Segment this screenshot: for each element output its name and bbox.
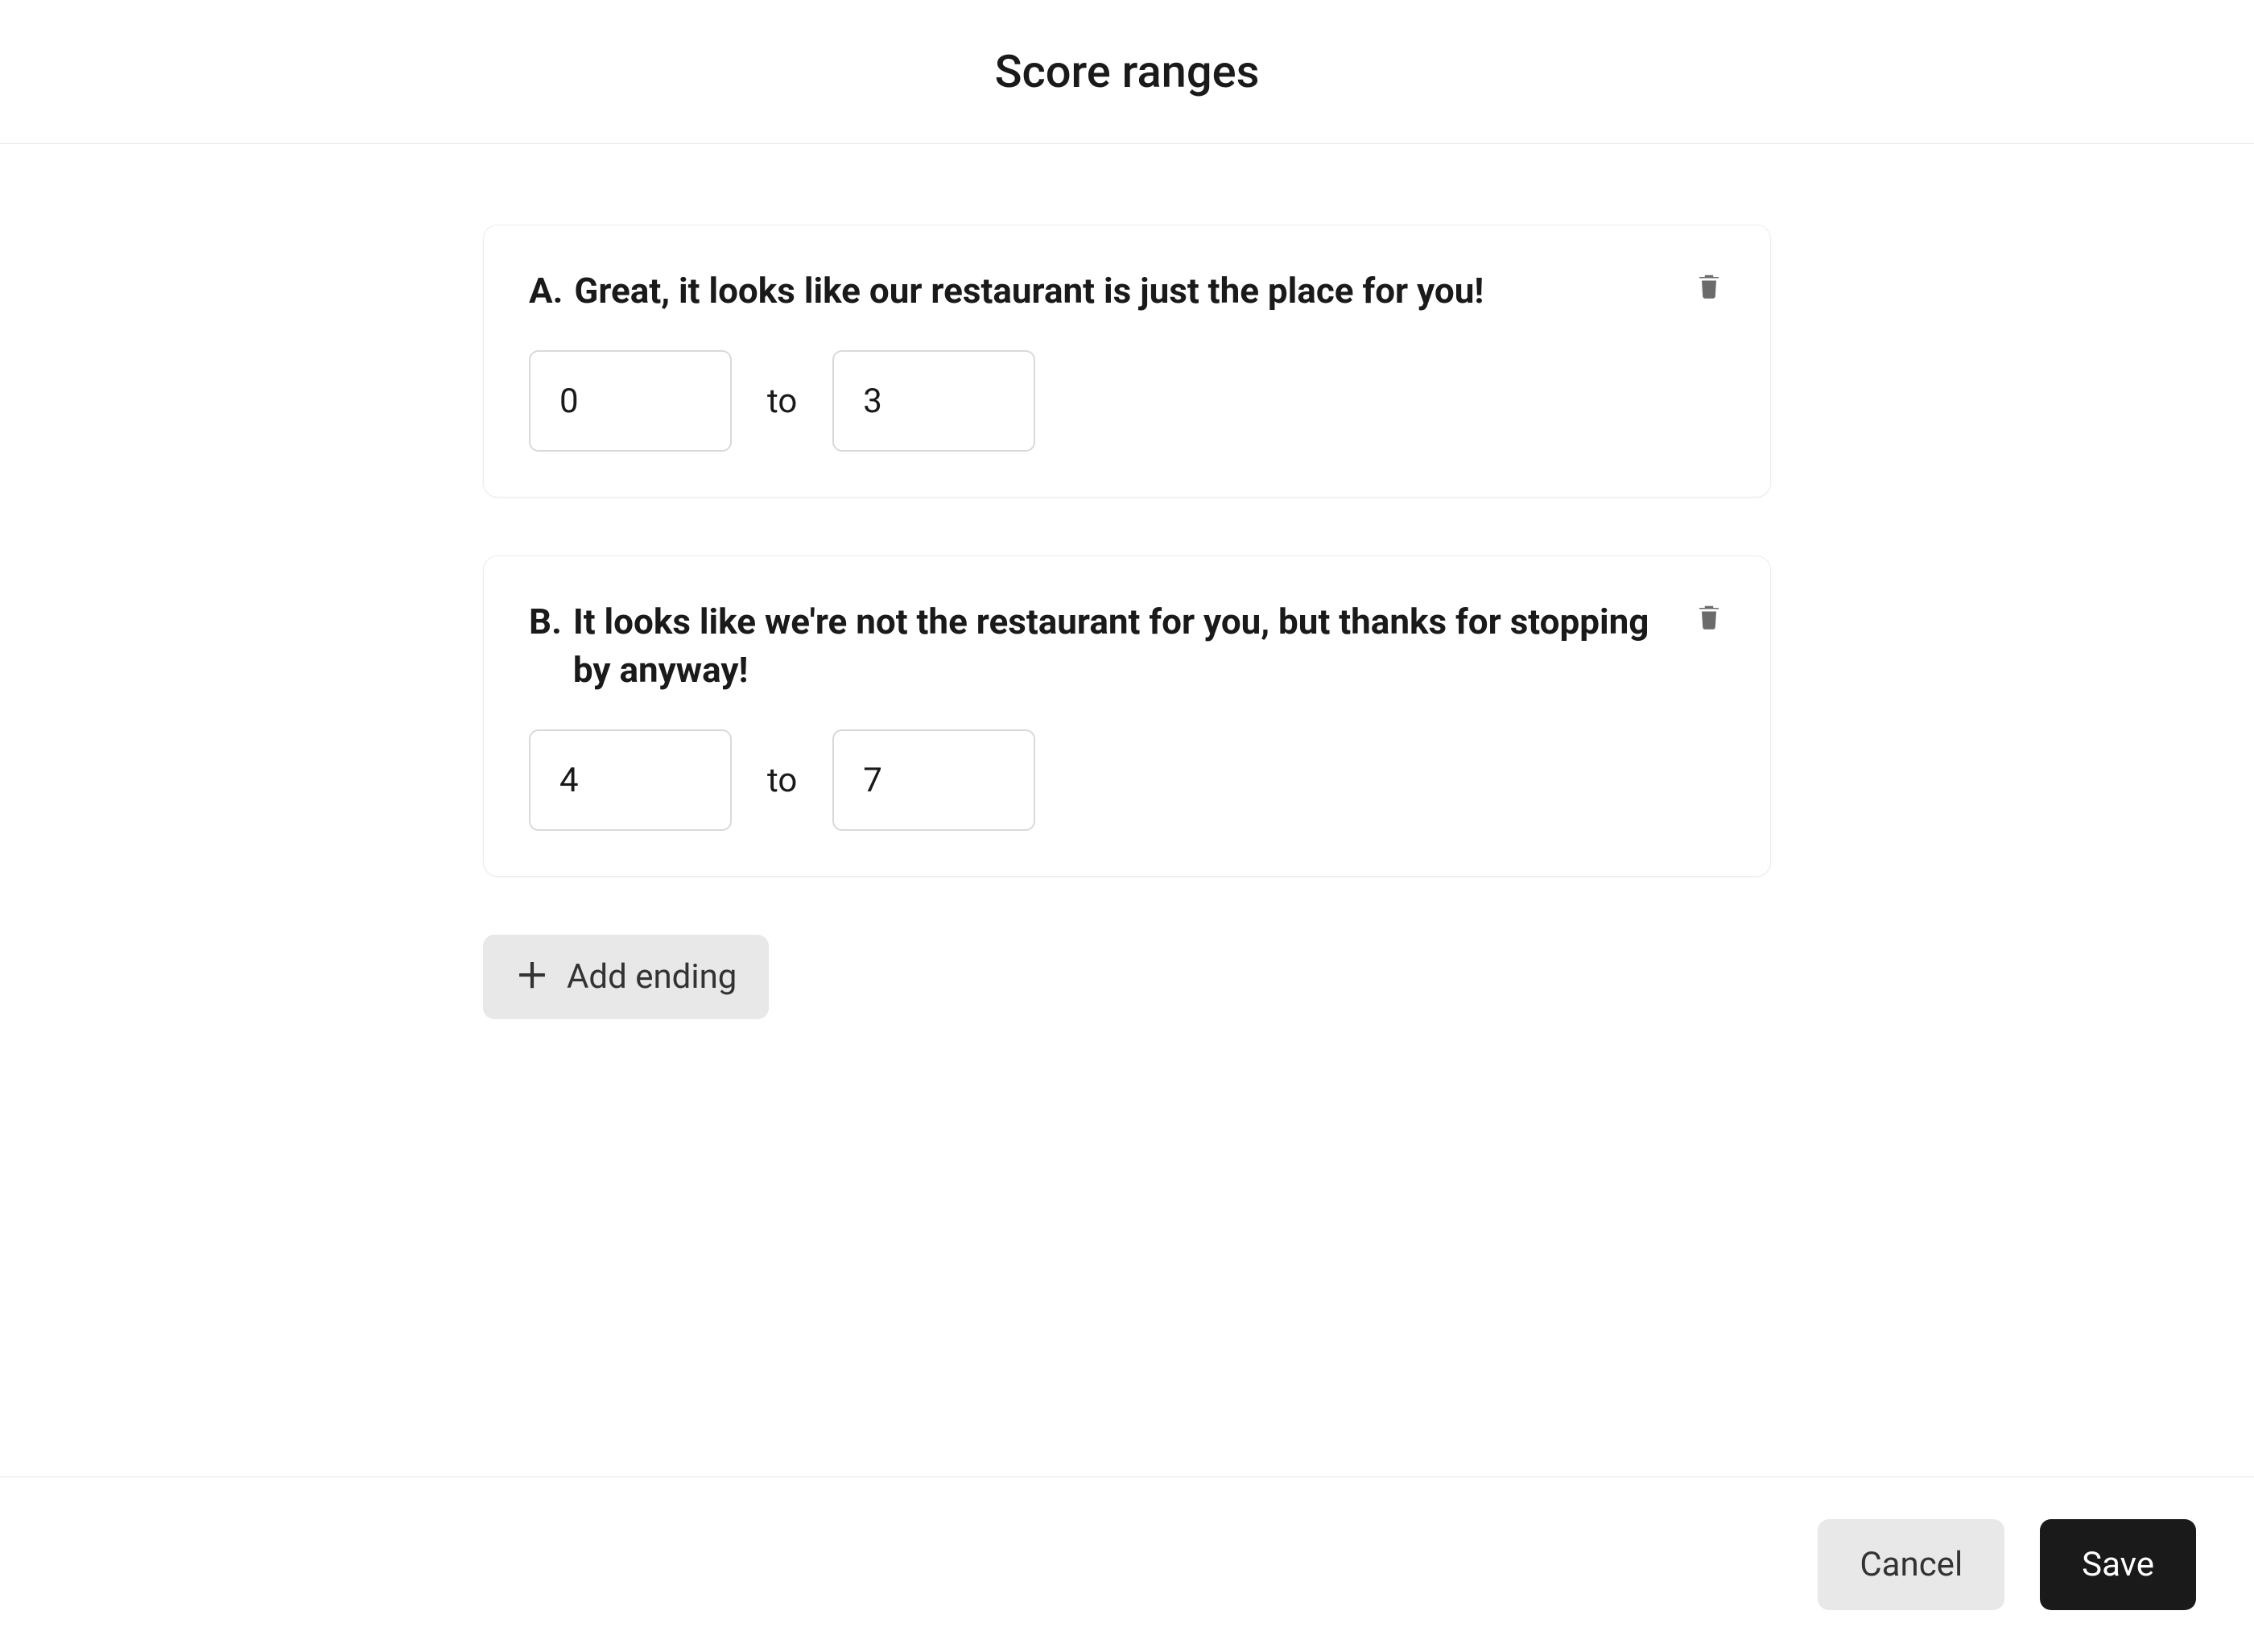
- range-to-input[interactable]: [832, 350, 1035, 452]
- range-to-label: to: [767, 382, 797, 421]
- ending-header: B. It looks like we're not the restauran…: [529, 598, 1725, 694]
- delete-ending-button[interactable]: [1693, 601, 1725, 637]
- ending-title: It looks like we're not the restaurant f…: [573, 598, 1667, 694]
- ending-letter: B.: [529, 598, 562, 646]
- trash-icon: [1695, 601, 1724, 637]
- range-row: to: [529, 729, 1725, 831]
- range-to-label: to: [767, 761, 797, 800]
- ending-card: A. Great, it looks like our restaurant i…: [483, 225, 1771, 498]
- modal-header: Score ranges: [0, 0, 2254, 144]
- ending-header: A. Great, it looks like our restaurant i…: [529, 267, 1725, 315]
- add-ending-container: ＋ Add ending: [483, 935, 1771, 1019]
- plus-icon: ＋: [515, 960, 549, 994]
- range-from-input[interactable]: [529, 729, 732, 831]
- ending-title: Great, it looks like our restaurant is j…: [574, 267, 1484, 315]
- modal-footer: Cancel Save: [0, 1476, 2254, 1652]
- add-ending-label: Add ending: [567, 957, 737, 997]
- ending-card: B. It looks like we're not the restauran…: [483, 555, 1771, 877]
- trash-icon: [1695, 271, 1724, 306]
- cancel-button[interactable]: Cancel: [1818, 1519, 2004, 1610]
- delete-ending-button[interactable]: [1693, 271, 1725, 306]
- page-title: Score ranges: [0, 45, 2254, 98]
- range-row: to: [529, 350, 1725, 452]
- ending-letter: A.: [529, 267, 563, 315]
- content-area: A. Great, it looks like our restaurant i…: [0, 144, 2254, 1476]
- save-button[interactable]: Save: [2040, 1519, 2196, 1610]
- range-from-input[interactable]: [529, 350, 732, 452]
- range-to-input[interactable]: [832, 729, 1035, 831]
- add-ending-button[interactable]: ＋ Add ending: [483, 935, 769, 1019]
